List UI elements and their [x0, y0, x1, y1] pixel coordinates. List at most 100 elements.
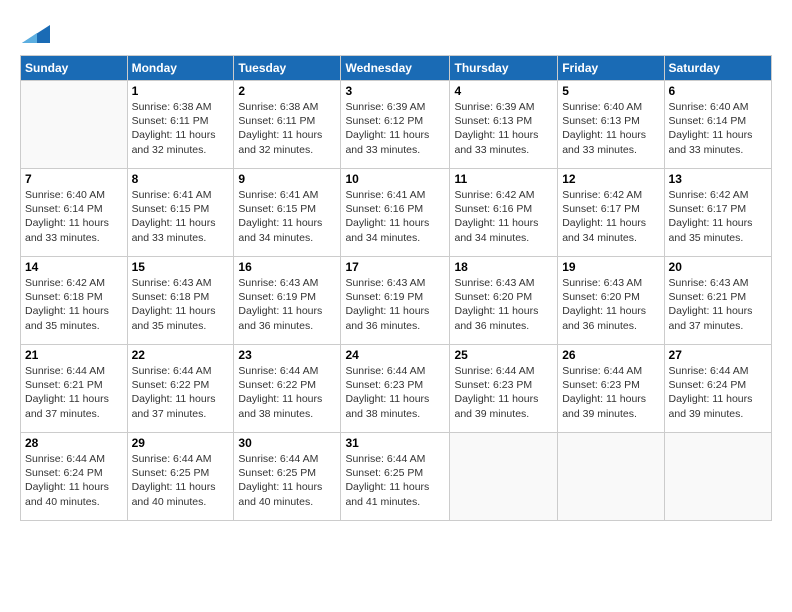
day-info: Sunrise: 6:42 AM Sunset: 6:18 PM Dayligh…	[25, 276, 123, 333]
day-info: Sunrise: 6:44 AM Sunset: 6:21 PM Dayligh…	[25, 364, 123, 421]
weekday-header-tuesday: Tuesday	[234, 56, 341, 81]
calendar-cell: 29Sunrise: 6:44 AM Sunset: 6:25 PM Dayli…	[127, 433, 234, 521]
day-number: 5	[562, 84, 659, 98]
day-info: Sunrise: 6:40 AM Sunset: 6:13 PM Dayligh…	[562, 100, 659, 157]
day-info: Sunrise: 6:44 AM Sunset: 6:22 PM Dayligh…	[132, 364, 230, 421]
day-number: 6	[669, 84, 767, 98]
calendar-week-row: 7 Sunrise: 6:40 AM Sunset: 6:14 PM Daylig…	[21, 169, 772, 257]
calendar-cell: 3 Sunrise: 6:39 AM Sunset: 6:12 PM Daylig…	[341, 81, 450, 169]
calendar-cell: 7 Sunrise: 6:40 AM Sunset: 6:14 PM Daylig…	[21, 169, 128, 257]
day-info: Sunrise: 6:41 AM Sunset: 6:15 PM Dayligh…	[238, 188, 336, 245]
day-number: 11	[454, 172, 553, 186]
calendar-cell: 11 Sunrise: 6:42 AM Sunset: 6:16 PM Dayli…	[450, 169, 558, 257]
day-info: Sunrise: 6:43 AM Sunset: 6:19 PM Dayligh…	[238, 276, 336, 333]
day-number: 15	[132, 260, 230, 274]
calendar-cell: 21Sunrise: 6:44 AM Sunset: 6:21 PM Dayli…	[21, 345, 128, 433]
calendar-cell: 2 Sunrise: 6:38 AM Sunset: 6:11 PM Daylig…	[234, 81, 341, 169]
calendar-cell: 27Sunrise: 6:44 AM Sunset: 6:24 PM Dayli…	[664, 345, 771, 433]
day-info: Sunrise: 6:44 AM Sunset: 6:25 PM Dayligh…	[345, 452, 445, 509]
day-info: Sunrise: 6:39 AM Sunset: 6:13 PM Dayligh…	[454, 100, 553, 157]
calendar-cell: 22 Sunrise: 6:44 AM Sunset: 6:22 PM Dayli…	[127, 345, 234, 433]
day-number: 8	[132, 172, 230, 186]
day-info: Sunrise: 6:40 AM Sunset: 6:14 PM Dayligh…	[25, 188, 123, 245]
day-number: 3	[345, 84, 445, 98]
day-number: 4	[454, 84, 553, 98]
day-info: Sunrise: 6:38 AM Sunset: 6:11 PM Dayligh…	[132, 100, 230, 157]
day-number: 17	[345, 260, 445, 274]
calendar-cell: 13 Sunrise: 6:42 AM Sunset: 6:17 PM Dayli…	[664, 169, 771, 257]
day-number: 18	[454, 260, 553, 274]
calendar-cell: 28Sunrise: 6:44 AM Sunset: 6:24 PM Dayli…	[21, 433, 128, 521]
day-info: Sunrise: 6:41 AM Sunset: 6:16 PM Dayligh…	[345, 188, 445, 245]
calendar-cell: 10 Sunrise: 6:41 AM Sunset: 6:16 PM Dayli…	[341, 169, 450, 257]
day-info: Sunrise: 6:43 AM Sunset: 6:19 PM Dayligh…	[345, 276, 445, 333]
calendar-header-row: SundayMondayTuesdayWednesdayThursdayFrid…	[21, 56, 772, 81]
calendar-cell: 17 Sunrise: 6:43 AM Sunset: 6:19 PM Dayli…	[341, 257, 450, 345]
day-number: 16	[238, 260, 336, 274]
calendar-table: SundayMondayTuesdayWednesdayThursdayFrid…	[20, 55, 772, 521]
day-info: Sunrise: 6:44 AM Sunset: 6:23 PM Dayligh…	[345, 364, 445, 421]
calendar-cell: 8 Sunrise: 6:41 AM Sunset: 6:15 PM Daylig…	[127, 169, 234, 257]
day-number: 31	[345, 436, 445, 450]
weekday-header-wednesday: Wednesday	[341, 56, 450, 81]
calendar-cell: 24 Sunrise: 6:44 AM Sunset: 6:23 PM Dayli…	[341, 345, 450, 433]
day-number: 9	[238, 172, 336, 186]
calendar-cell: 9 Sunrise: 6:41 AM Sunset: 6:15 PM Daylig…	[234, 169, 341, 257]
calendar-week-row: 28Sunrise: 6:44 AM Sunset: 6:24 PM Dayli…	[21, 433, 772, 521]
calendar-cell: 6Sunrise: 6:40 AM Sunset: 6:14 PM Daylig…	[664, 81, 771, 169]
day-number: 2	[238, 84, 336, 98]
calendar-cell: 12 Sunrise: 6:42 AM Sunset: 6:17 PM Dayli…	[558, 169, 664, 257]
calendar-cell: 4 Sunrise: 6:39 AM Sunset: 6:13 PM Daylig…	[450, 81, 558, 169]
day-number: 13	[669, 172, 767, 186]
day-info: Sunrise: 6:41 AM Sunset: 6:15 PM Dayligh…	[132, 188, 230, 245]
day-info: Sunrise: 6:44 AM Sunset: 6:22 PM Dayligh…	[238, 364, 336, 421]
day-info: Sunrise: 6:38 AM Sunset: 6:11 PM Dayligh…	[238, 100, 336, 157]
day-number: 10	[345, 172, 445, 186]
calendar-cell: 26 Sunrise: 6:44 AM Sunset: 6:23 PM Dayli…	[558, 345, 664, 433]
day-info: Sunrise: 6:42 AM Sunset: 6:16 PM Dayligh…	[454, 188, 553, 245]
day-number: 1	[132, 84, 230, 98]
weekday-header-monday: Monday	[127, 56, 234, 81]
calendar-cell: 18 Sunrise: 6:43 AM Sunset: 6:20 PM Dayli…	[450, 257, 558, 345]
header	[20, 15, 772, 45]
logo	[20, 15, 52, 45]
calendar-cell: 16 Sunrise: 6:43 AM Sunset: 6:19 PM Dayli…	[234, 257, 341, 345]
day-info: Sunrise: 6:44 AM Sunset: 6:23 PM Dayligh…	[562, 364, 659, 421]
weekday-header-thursday: Thursday	[450, 56, 558, 81]
calendar-cell: 30Sunrise: 6:44 AM Sunset: 6:25 PM Dayli…	[234, 433, 341, 521]
page: SundayMondayTuesdayWednesdayThursdayFrid…	[0, 0, 792, 536]
day-info: Sunrise: 6:42 AM Sunset: 6:17 PM Dayligh…	[562, 188, 659, 245]
day-info: Sunrise: 6:43 AM Sunset: 6:21 PM Dayligh…	[669, 276, 767, 333]
calendar-cell	[664, 433, 771, 521]
day-info: Sunrise: 6:43 AM Sunset: 6:20 PM Dayligh…	[454, 276, 553, 333]
weekday-header-sunday: Sunday	[21, 56, 128, 81]
calendar-cell	[21, 81, 128, 169]
day-number: 22	[132, 348, 230, 362]
logo-icon	[22, 15, 52, 45]
day-number: 7	[25, 172, 123, 186]
day-number: 23	[238, 348, 336, 362]
calendar-week-row: 14 Sunrise: 6:42 AM Sunset: 6:18 PM Dayli…	[21, 257, 772, 345]
day-info: Sunrise: 6:39 AM Sunset: 6:12 PM Dayligh…	[345, 100, 445, 157]
day-info: Sunrise: 6:42 AM Sunset: 6:17 PM Dayligh…	[669, 188, 767, 245]
day-number: 24	[345, 348, 445, 362]
day-info: Sunrise: 6:43 AM Sunset: 6:20 PM Dayligh…	[562, 276, 659, 333]
day-info: Sunrise: 6:44 AM Sunset: 6:23 PM Dayligh…	[454, 364, 553, 421]
calendar-cell: 20Sunrise: 6:43 AM Sunset: 6:21 PM Dayli…	[664, 257, 771, 345]
calendar-cell: 15Sunrise: 6:43 AM Sunset: 6:18 PM Dayli…	[127, 257, 234, 345]
day-number: 14	[25, 260, 123, 274]
day-number: 19	[562, 260, 659, 274]
day-number: 12	[562, 172, 659, 186]
day-number: 26	[562, 348, 659, 362]
calendar-cell: 25Sunrise: 6:44 AM Sunset: 6:23 PM Dayli…	[450, 345, 558, 433]
calendar-cell	[450, 433, 558, 521]
calendar-cell: 31 Sunrise: 6:44 AM Sunset: 6:25 PM Dayli…	[341, 433, 450, 521]
calendar-cell: 19 Sunrise: 6:43 AM Sunset: 6:20 PM Dayli…	[558, 257, 664, 345]
day-info: Sunrise: 6:44 AM Sunset: 6:25 PM Dayligh…	[238, 452, 336, 509]
weekday-header-friday: Friday	[558, 56, 664, 81]
day-info: Sunrise: 6:44 AM Sunset: 6:25 PM Dayligh…	[132, 452, 230, 509]
calendar-cell: 14 Sunrise: 6:42 AM Sunset: 6:18 PM Dayli…	[21, 257, 128, 345]
calendar-week-row: 1 Sunrise: 6:38 AM Sunset: 6:11 PM Daylig…	[21, 81, 772, 169]
day-info: Sunrise: 6:44 AM Sunset: 6:24 PM Dayligh…	[25, 452, 123, 509]
calendar-cell: 23 Sunrise: 6:44 AM Sunset: 6:22 PM Dayli…	[234, 345, 341, 433]
